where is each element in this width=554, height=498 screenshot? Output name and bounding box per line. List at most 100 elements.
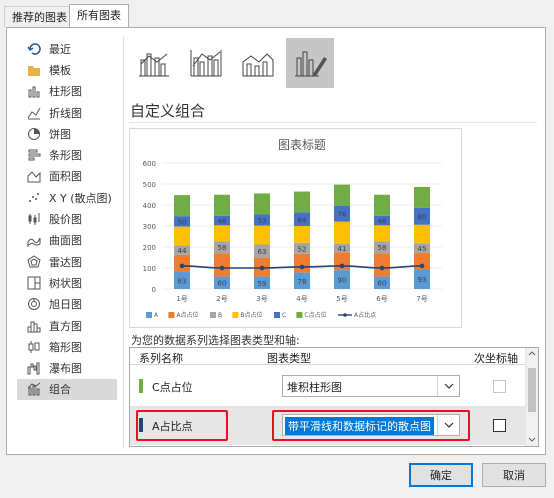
highlight-box-series-name <box>136 410 228 441</box>
y-tick-label: 100 <box>143 265 156 273</box>
custom-combination-button[interactable] <box>286 38 334 88</box>
chart-type-list: 最近模板 柱形图折线图饼图条形图面积图 X Y (散点图) 股价图曲面图雷达图树状图旭… <box>17 38 117 401</box>
legend-swatch <box>232 312 239 318</box>
sidebar-item-histogram-chart[interactable]: 直方图 <box>17 315 117 336</box>
sidebar-item-recent[interactable]: 最近 <box>17 38 117 59</box>
clustered-column-line-icon <box>139 53 169 77</box>
x-tick-label: 4号 <box>296 295 307 303</box>
sidebar-item-column-chart[interactable]: 柱形图 <box>17 81 117 102</box>
stacked-area-column-icon <box>242 53 274 77</box>
sidebar-item-area-chart[interactable]: 面积图 <box>17 166 117 187</box>
y-tick-label: 600 <box>143 160 156 168</box>
stacked-area-column-button[interactable] <box>234 38 282 88</box>
data-label: 93 <box>418 276 427 284</box>
legend-swatch <box>296 312 303 318</box>
scatter-chart-icon <box>27 191 41 205</box>
bar <box>174 254 190 272</box>
grid-scrollbar[interactable] <box>525 348 538 446</box>
sidebar-item-surface-chart[interactable]: 曲面图 <box>17 230 117 251</box>
header-series-name: 系列名称 <box>139 352 183 365</box>
sidebar-item-label: 折线图 <box>49 106 82 120</box>
sidebar-item-label: 饼图 <box>49 127 71 141</box>
legend-swatch <box>146 312 152 318</box>
bar <box>294 191 310 213</box>
tab-all-charts[interactable]: 所有图表 <box>69 4 129 28</box>
data-label: 90 <box>338 277 347 285</box>
sidebar-item-folder[interactable]: 模板 <box>17 59 117 80</box>
bar <box>214 194 230 216</box>
sidebar-item-pie-chart[interactable]: 饼图 <box>17 123 117 144</box>
bar <box>294 226 310 243</box>
legend-label: C <box>282 312 286 319</box>
ok-button[interactable]: 确定 <box>409 463 473 487</box>
bar <box>334 221 350 244</box>
line-point <box>339 263 345 269</box>
line-chart-icon <box>27 106 41 120</box>
legend-label: B点占位 <box>240 311 262 319</box>
sidebar-item-sunburst-chart[interactable]: 旭日图 <box>17 294 117 315</box>
data-label: 46 <box>378 218 387 226</box>
sidebar-item-line-chart[interactable]: 折线图 <box>17 102 117 123</box>
data-label: 52 <box>298 245 307 253</box>
legend-swatch <box>210 312 216 318</box>
sidebar-item-label: 直方图 <box>49 319 82 333</box>
divider <box>129 122 537 123</box>
sidebar-item-radar-chart[interactable]: 雷达图 <box>17 251 117 272</box>
combo-chart-icon <box>27 382 41 396</box>
series-grid: 系列名称 图表类型 次坐标轴 C点占位 堆积柱形图 A占比点 带平滑线和数据标记… <box>129 347 539 447</box>
bar <box>214 225 230 242</box>
sidebar-item-label: 曲面图 <box>49 234 82 248</box>
sidebar-item-scatter-chart[interactable]: X Y (散点图) <box>17 187 117 208</box>
tab-bar: 推荐的图表 所有图表 <box>0 0 554 28</box>
chevron-down-icon[interactable] <box>437 376 459 396</box>
series-row-c-placeholder[interactable]: C点占位 堆积柱形图 <box>130 367 526 406</box>
bar <box>414 224 430 244</box>
boxwhisker-chart-icon <box>27 340 41 354</box>
sidebar-item-boxwhisker-chart[interactable]: 箱形图 <box>17 336 117 357</box>
all-charts-panel: 最近模板 柱形图折线图饼图条形图面积图 X Y (散点图) 股价图曲面图雷达图树状图旭… <box>6 27 546 455</box>
chart-type-dropdown[interactable]: 堆积柱形图 <box>282 375 460 397</box>
sidebar-item-label: 最近 <box>49 42 71 56</box>
column-line-secondary-axis-icon <box>190 50 222 77</box>
legend-label: A占比点 <box>354 311 376 319</box>
tab-recommended-charts[interactable]: 推荐的图表 <box>4 6 75 27</box>
data-label: 59 <box>258 280 267 288</box>
secondary-axis-checkbox[interactable] <box>493 419 506 432</box>
legend-swatch <box>274 312 280 318</box>
sidebar-item-stock-chart[interactable]: 股价图 <box>17 208 117 229</box>
sidebar-item-waterfall-chart[interactable]: 瀑布图 <box>17 357 117 378</box>
line-point <box>259 265 265 271</box>
clustered-column-line-button[interactable] <box>130 38 178 88</box>
data-label: 63 <box>258 248 267 256</box>
data-label: 50 <box>178 218 187 226</box>
data-label: 76 <box>338 211 347 219</box>
line-point <box>219 265 225 271</box>
treemap-chart-icon <box>27 276 41 290</box>
sidebar-item-treemap-chart[interactable]: 树状图 <box>17 272 117 293</box>
series-color-swatch <box>139 379 143 393</box>
y-tick-label: 400 <box>143 202 156 210</box>
data-label: 78 <box>298 278 307 286</box>
data-label: 83 <box>178 277 187 285</box>
secondary-axis-checkbox[interactable] <box>493 380 506 393</box>
sidebar-item-label: 面积图 <box>49 170 82 184</box>
divider <box>123 36 124 448</box>
waterfall-chart-icon <box>27 361 41 375</box>
bar <box>214 253 230 277</box>
column-chart-icon <box>27 84 41 98</box>
custom-combination-icon <box>295 51 327 77</box>
sidebar-item-label: 树状图 <box>49 276 82 290</box>
clustered-column-line-secondary-button[interactable] <box>182 38 230 88</box>
sidebar-item-bar-chart[interactable]: 条形图 <box>17 144 117 165</box>
sidebar-item-combo-chart[interactable]: 组合 <box>17 378 117 401</box>
sidebar-item-label: 箱形图 <box>49 340 82 354</box>
legend-label: A <box>154 312 159 319</box>
x-tick-label: 1号 <box>176 295 187 303</box>
sidebar-item-label: 组合 <box>49 383 71 397</box>
legend-label: C点占位 <box>304 311 326 319</box>
bar <box>334 184 350 206</box>
surface-chart-icon <box>27 233 41 248</box>
cancel-button[interactable]: 取消 <box>482 463 546 487</box>
pie-chart-icon <box>27 127 41 141</box>
sidebar-item-label: 股价图 <box>49 213 82 227</box>
